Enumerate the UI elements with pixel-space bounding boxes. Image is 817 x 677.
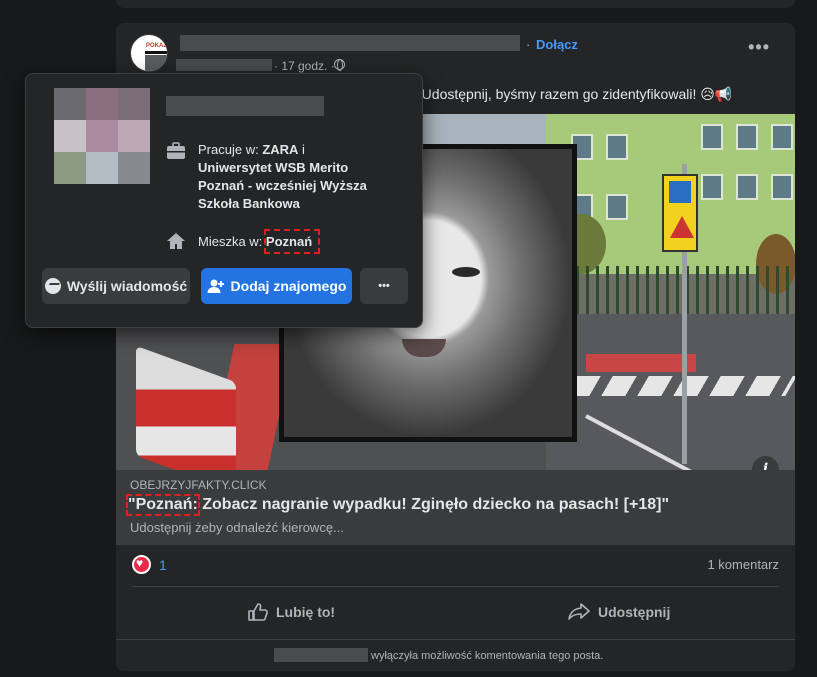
page-name-redacted[interactable] [180, 35, 520, 51]
more-options-icon: ••• [378, 280, 390, 292]
image-fence [556, 266, 795, 316]
add-friend-label: Dodaj znajomego [230, 278, 347, 294]
like-icon [248, 603, 268, 621]
highlight-box [126, 494, 200, 516]
share-icon [568, 603, 590, 620]
image-crosswalk [565, 376, 795, 396]
image-window [701, 174, 723, 200]
work-and: i [298, 142, 305, 157]
page-avatar[interactable]: POKAŻ [130, 34, 168, 72]
avatar-pixel [86, 88, 118, 120]
profile-avatar[interactable] [54, 88, 150, 184]
previous-post-card [116, 0, 795, 8]
avatar-pixel [118, 152, 150, 184]
image-window [606, 194, 628, 220]
page-logo-mark [145, 51, 167, 54]
author-redacted[interactable] [176, 59, 272, 71]
work-line-4[interactable]: Szkoła Bankowa [198, 196, 300, 211]
image-window [736, 124, 758, 150]
avatar-pixel [54, 120, 86, 152]
commenter-redacted [274, 648, 368, 662]
divider [132, 586, 779, 587]
briefcase-icon [167, 142, 185, 159]
work-prefix: Pracuje w: [198, 142, 263, 157]
avatar-pixel [54, 88, 86, 120]
page-logo-text: POKAŻ [146, 43, 167, 49]
lives-prefix: Mieszka w: [198, 234, 266, 249]
heart-icon [132, 555, 151, 574]
reaction-count: 1 [159, 556, 167, 573]
photo-mouth [402, 339, 446, 357]
avatar-pixel [86, 120, 118, 152]
comment-notice-bar: wyłączyła możliwość komentowania tego po… [116, 639, 795, 671]
comment-disabled-notice: wyłączyła możliwość komentowania tego po… [371, 650, 604, 662]
link-description: Udostępnij żeby odnaleźć kierowcę... [130, 520, 344, 535]
comments-count[interactable]: 1 komentarz [707, 557, 779, 572]
more-icon[interactable]: ••• [748, 37, 770, 58]
link-preview[interactable]: OBEJRZYJFAKTY.CLICK "Poznań: Zobacz nagr… [116, 470, 795, 545]
more-options-button[interactable]: ••• [360, 268, 408, 304]
work-line-2[interactable]: Uniwersytet WSB Merito [198, 160, 348, 175]
work-company[interactable]: ZARA [262, 142, 298, 157]
avatar-pixel [54, 152, 86, 184]
link-domain: OBEJRZYJFAKTY.CLICK [130, 478, 267, 492]
link-title[interactable]: "Poznań: Zobacz nagranie wypadku! Zginęł… [128, 496, 669, 514]
reactions-summary[interactable]: 1 [132, 555, 167, 574]
share-label: Udostępnij [598, 604, 671, 620]
send-message-button[interactable]: Wyślij wiadomość [42, 268, 190, 304]
highlight-box [264, 229, 320, 254]
profile-hover-card: Pracuje w: ZARA i Uniwersytet WSB Merito… [25, 73, 423, 328]
post-text: ekł! Udostępnij, byśmy razem go zidentyf… [396, 86, 733, 102]
work-line-3[interactable]: Poznań - wcześniej Wyższa [198, 178, 367, 193]
image-crosswalk-sign [662, 174, 698, 252]
image-window [701, 124, 723, 150]
image-window [606, 134, 628, 160]
work-info: Pracuje w: ZARA i Uniwersytet WSB Merito… [198, 141, 367, 213]
avatar-pixel [118, 120, 150, 152]
like-button[interactable]: Lubię to! [248, 597, 335, 627]
image-red-strip [586, 354, 696, 372]
post-time[interactable]: · 17 godz. · [274, 59, 335, 73]
image-window [771, 124, 793, 150]
add-friend-icon [207, 279, 224, 293]
add-friend-button[interactable]: Dodaj znajomego [201, 268, 352, 304]
home-icon [167, 233, 185, 249]
photo-eye [452, 267, 480, 277]
image-window [736, 174, 758, 200]
avatar-pixel [118, 88, 150, 120]
avatar-pixel [86, 152, 118, 184]
send-message-label: Wyślij wiadomość [66, 278, 188, 294]
separator: · [526, 37, 531, 52]
messenger-icon [44, 278, 61, 294]
avatar-blur [145, 55, 167, 71]
profile-name-redacted[interactable] [166, 96, 324, 116]
like-label: Lubię to! [276, 604, 336, 620]
globe-icon [334, 59, 345, 71]
image-window [771, 174, 793, 200]
share-button[interactable]: Udostępnij [568, 597, 670, 627]
join-link[interactable]: Dołącz [536, 37, 578, 52]
link-title-rest: Zobacz nagranie wypadku! Zginęło dziecko… [197, 496, 670, 513]
